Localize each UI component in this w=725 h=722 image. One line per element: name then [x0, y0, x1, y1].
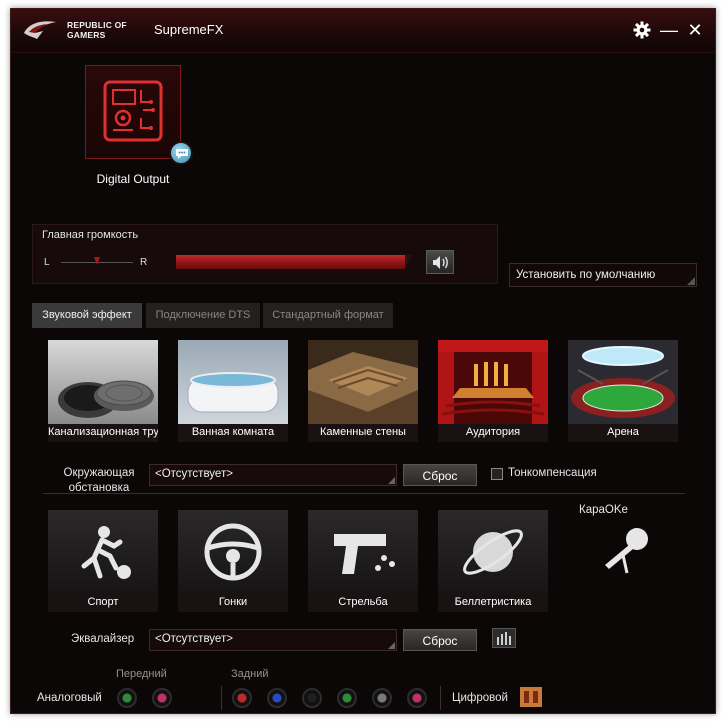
- environment-select[interactable]: <Отсутствует>: [149, 464, 397, 486]
- analog-label: Аналоговый: [37, 692, 102, 704]
- volume-slider[interactable]: [176, 255, 412, 269]
- mute-button[interactable]: [426, 250, 454, 274]
- volume-title: Главная громкость: [42, 229, 139, 241]
- environment-label-text: Окружающая обстановка: [63, 467, 135, 494]
- rog-logo-icon: [24, 21, 56, 39]
- environment-tile-sewer-pipe[interactable]: Канализационная труба: [48, 340, 158, 442]
- device-tile-digital-output[interactable]: [85, 65, 181, 159]
- runner-icon: [48, 510, 158, 594]
- equalizer-reset-button[interactable]: Сброс: [403, 629, 477, 651]
- preset-tile-shooter[interactable]: Стрельба: [308, 510, 418, 612]
- microphone-icon[interactable]: [597, 525, 653, 577]
- environment-tile-stone-walls[interactable]: Каменные стены: [308, 340, 418, 442]
- loudness-checkbox[interactable]: [491, 468, 503, 480]
- arena-image: [568, 340, 678, 424]
- bathroom-image: [178, 340, 288, 424]
- tab-standard-format[interactable]: Стандартный формат: [263, 303, 393, 328]
- preset-tile-racing[interactable]: Гонки: [178, 510, 288, 612]
- equalizer-settings-button[interactable]: [492, 628, 516, 648]
- loudness-label: Тонкомпенсация: [508, 467, 597, 479]
- gear-icon[interactable]: [631, 19, 653, 41]
- balance-slider-handle[interactable]: [94, 257, 100, 265]
- environment-label: Канализационная труба: [48, 424, 158, 442]
- app-title: SupremeFX: [154, 22, 224, 37]
- circuit-board-icon: [103, 80, 163, 142]
- stone-walls-image: [308, 340, 418, 424]
- preset-tile-fiction[interactable]: Беллетристика: [438, 510, 548, 612]
- digital-output-jack-icon[interactable]: [520, 687, 542, 707]
- rear-jack-pink[interactable]: [407, 688, 427, 708]
- preset-tile-sport[interactable]: Спорт: [48, 510, 158, 612]
- preset-label: Спорт: [48, 594, 158, 612]
- balance-right-label: R: [140, 257, 148, 268]
- chat-bubble-icon[interactable]: [169, 141, 193, 165]
- sewer-pipe-image: [48, 340, 158, 424]
- front-jack-green[interactable]: [117, 688, 137, 708]
- minimize-button[interactable]: —: [658, 19, 680, 41]
- environment-label: Каменные стены: [308, 424, 418, 442]
- close-button[interactable]: ✕: [684, 19, 706, 41]
- separator: [221, 686, 222, 710]
- tab-sound-effect[interactable]: Звуковой эффект: [32, 303, 142, 328]
- divider: [43, 493, 685, 494]
- equalizer-select[interactable]: <Отсутствует>: [149, 629, 397, 651]
- rear-jack-blue[interactable]: [267, 688, 287, 708]
- rear-jack-gray[interactable]: [372, 688, 392, 708]
- front-jacks-label: Передний: [116, 668, 167, 680]
- planet-icon: [438, 510, 548, 594]
- master-volume-panel: Главная громкость L R: [32, 224, 498, 284]
- front-jack-pink[interactable]: [152, 688, 172, 708]
- app-window: REPUBLIC OF GAMERS SupremeFX — ✕ Digital…: [10, 8, 716, 714]
- set-default-button[interactable]: Установить по умолчанию: [509, 263, 697, 287]
- steering-wheel-icon: [178, 510, 288, 594]
- rear-jacks-label: Задний: [231, 668, 269, 680]
- rear-jack-red[interactable]: [232, 688, 252, 708]
- auditorium-image: [438, 340, 548, 424]
- speaker-icon: [433, 256, 448, 269]
- environment-reset-button[interactable]: Сброс: [403, 464, 477, 486]
- preset-label: Гонки: [178, 594, 288, 612]
- brand-text: REPUBLIC OF GAMERS: [67, 20, 127, 40]
- separator: [440, 686, 441, 710]
- environment-label: Аудитория: [438, 424, 548, 442]
- rear-jack-black[interactable]: [302, 688, 322, 708]
- volume-slider-fill: [176, 255, 405, 269]
- karaoke-label: КараOKe: [579, 504, 628, 516]
- environment-tile-arena[interactable]: Арена: [568, 340, 678, 442]
- rear-jack-green[interactable]: [337, 688, 357, 708]
- environment-tile-auditorium[interactable]: Аудитория: [438, 340, 548, 442]
- environment-label: Арена: [568, 424, 678, 442]
- title-bar: REPUBLIC OF GAMERS SupremeFX — ✕: [11, 9, 715, 53]
- digital-label: Цифровой: [452, 692, 508, 704]
- equalizer-label: Эквалайзер: [71, 633, 135, 645]
- environment-tile-bathroom[interactable]: Ванная комната: [178, 340, 288, 442]
- pistol-icon: [308, 510, 418, 594]
- preset-label: Беллетристика: [438, 594, 548, 612]
- preset-label: Стрельба: [308, 594, 418, 612]
- environment-label: Ванная комната: [178, 424, 288, 442]
- equalizer-bars-icon: [497, 632, 511, 645]
- tab-dts-connect[interactable]: Подключение DTS: [146, 303, 260, 328]
- device-label: Digital Output: [96, 172, 170, 186]
- balance-left-label: L: [44, 257, 50, 268]
